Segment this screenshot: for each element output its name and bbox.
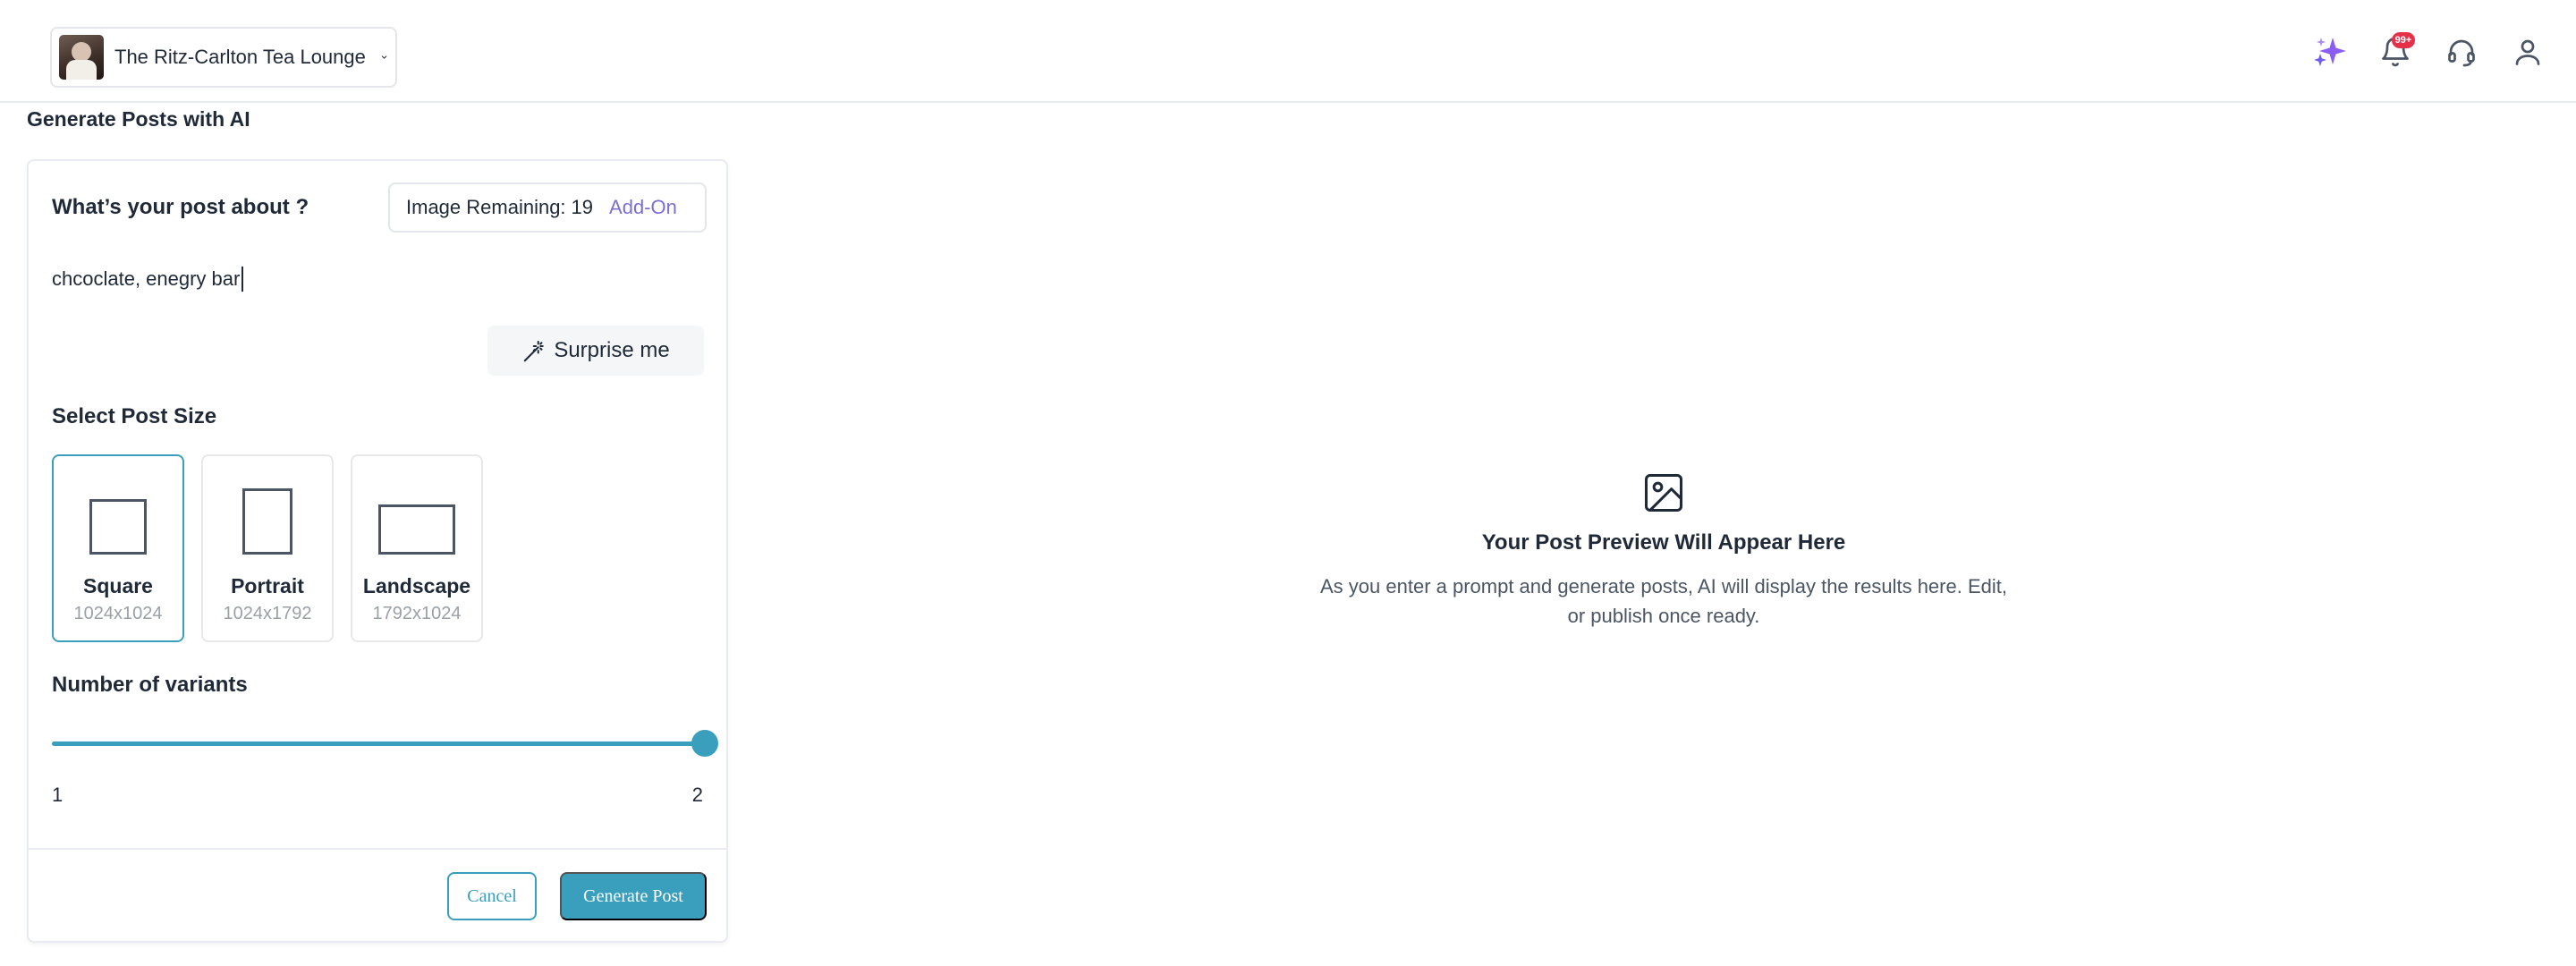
chevron-down-icon — [381, 55, 387, 59]
post-topic-label: What’s your post about ? — [52, 195, 309, 219]
landscape-shape-icon — [378, 504, 455, 555]
post-size-label: Select Post Size — [52, 404, 217, 428]
size-dims: 1792x1024 — [372, 604, 462, 623]
preview-description: As you enter a prompt and generate posts… — [1320, 575, 2007, 627]
square-shape-icon — [89, 499, 147, 555]
image-remaining-box: Image Remaining: 19 Add-On — [388, 182, 707, 233]
variants-label: Number of variants — [52, 673, 248, 697]
slider-min-label: 1 — [52, 784, 64, 806]
generate-post-button[interactable]: Generate Post — [560, 872, 707, 920]
slider-fill — [52, 741, 705, 746]
slider-max-label: 2 — [691, 784, 703, 806]
sparkle-icon — [2314, 38, 2346, 66]
headset-icon — [2448, 39, 2475, 67]
surprise-me-label: Surprise me — [554, 338, 670, 362]
text-caret — [242, 267, 244, 292]
user-icon — [2515, 39, 2540, 65]
size-dims: 1024x1024 — [73, 604, 163, 623]
size-name: Portrait — [231, 574, 304, 597]
notification-badge: 99+ — [2392, 32, 2415, 48]
size-dims: 1024x1792 — [223, 604, 312, 623]
addon-link[interactable]: Add-On — [609, 196, 677, 219]
magic-wand-icon — [524, 341, 545, 362]
post-preview-placeholder: Your Post Preview Will Appear Here As yo… — [1234, 470, 2093, 631]
image-remaining-count: 19 — [571, 196, 594, 218]
prompt-value: chcoclate, enegry bar — [52, 267, 241, 290]
generate-form-panel: What’s your post about ? Image Remaining… — [27, 159, 728, 943]
size-name: Square — [83, 574, 153, 597]
business-avatar — [59, 35, 104, 80]
header-actions: 99+ — [2313, 32, 2544, 68]
support-button[interactable] — [2445, 36, 2478, 68]
image-remaining-label: Image Remaining: — [406, 196, 566, 218]
size-option-landscape[interactable]: Landscape 1792x1024 — [351, 454, 483, 642]
page-title: Generate Posts with AI — [27, 107, 250, 131]
preview-title: Your Post Preview Will Appear Here — [1481, 530, 1846, 555]
notifications-button[interactable]: 99+ — [2379, 32, 2415, 68]
size-option-portrait[interactable]: Portrait 1024x1792 — [201, 454, 334, 642]
surprise-me-button[interactable]: Surprise me — [487, 326, 704, 376]
image-placeholder-icon — [1644, 473, 1683, 513]
cancel-button[interactable]: Cancel — [447, 872, 537, 920]
prompt-input[interactable]: chcoclate, enegry bar — [52, 267, 244, 292]
portrait-shape-icon — [242, 488, 292, 555]
business-name: The Ritz-Carlton Tea Lounge — [114, 46, 366, 68]
slider-thumb[interactable] — [691, 730, 718, 757]
panel-divider — [29, 848, 726, 850]
top-bar: The Ritz-Carlton Tea Lounge 99+ — [0, 0, 2576, 103]
variants-slider[interactable] — [52, 730, 718, 757]
size-option-square[interactable]: Square 1024x1024 — [52, 454, 184, 642]
size-name: Landscape — [362, 574, 471, 597]
profile-button[interactable] — [2512, 36, 2544, 68]
ai-sparkle-button[interactable] — [2313, 36, 2346, 68]
business-selector[interactable]: The Ritz-Carlton Tea Lounge — [50, 27, 397, 88]
